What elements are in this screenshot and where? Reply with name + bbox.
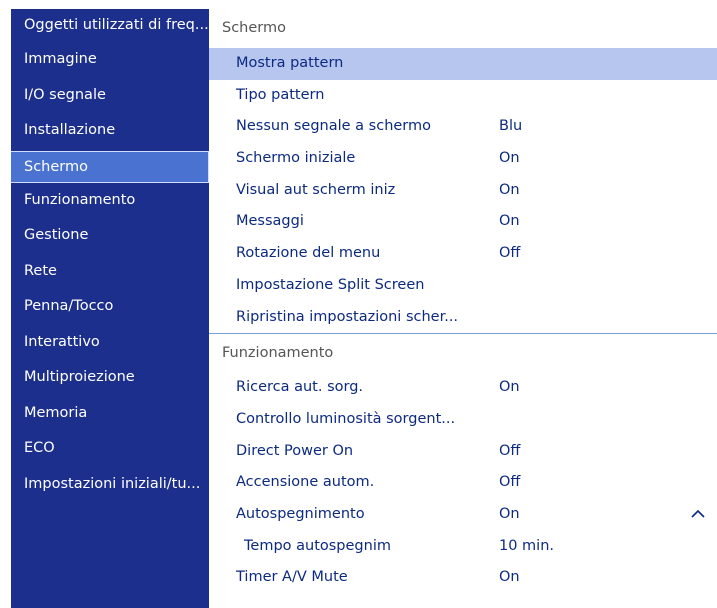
row-label: Accensione autom.	[236, 474, 375, 491]
menu-row-messages[interactable]: Messaggi On	[209, 206, 717, 238]
row-label: Mostra pattern	[236, 55, 344, 71]
sidebar-item-signal-io[interactable]: I/O segnale	[11, 78, 209, 114]
row-label: Controllo luminosità sorgent...	[236, 410, 456, 427]
row-label: Ripristina impostazioni scher...	[236, 308, 459, 325]
row-label: Timer A/V Mute	[236, 569, 348, 586]
row-label: Ricerca aut. sorg.	[236, 379, 364, 396]
menu-row-av-mute-timer[interactable]: Timer A/V Mute On	[209, 562, 717, 594]
menu-row-show-pattern[interactable]: Mostra pattern	[209, 48, 717, 80]
sidebar-item-multi-projection[interactable]: Multiproiezione	[11, 360, 209, 396]
menu-row-auto-source-search[interactable]: Ricerca aut. sorg. On	[209, 372, 717, 404]
menu-row-auto-startup-display[interactable]: Visual aut scherm iniz On	[209, 175, 717, 207]
menu-row-source-brightness-control[interactable]: Controllo luminosità sorgent...	[209, 404, 717, 436]
row-label: Tempo autospegnim	[244, 537, 391, 554]
row-value: On	[499, 505, 520, 522]
row-value: 10 min.	[499, 537, 555, 554]
row-value: Blu	[499, 118, 523, 135]
row-label: Impostazione Split Screen	[236, 276, 425, 293]
row-label: Tipo pattern	[236, 86, 325, 103]
row-label: Visual aut scherm iniz	[236, 181, 396, 198]
menu-row-split-screen-settings[interactable]: Impostazione Split Screen	[209, 270, 717, 302]
row-label: Schermo iniziale	[236, 150, 356, 167]
sidebar-item-installation[interactable]: Installazione	[11, 113, 209, 149]
row-label: Messaggi	[236, 213, 304, 230]
row-value: Off	[499, 245, 521, 262]
sidebar-item-eco[interactable]: ECO	[11, 431, 209, 467]
menu-row-startup-screen[interactable]: Schermo iniziale On	[209, 143, 717, 175]
sidebar-item-operation[interactable]: Funzionamento	[11, 183, 209, 219]
menu-row-direct-power-on[interactable]: Direct Power On Off	[209, 436, 717, 468]
menu-row-auto-power-on[interactable]: Accensione autom. Off	[209, 467, 717, 499]
menu-row-pattern-type[interactable]: Tipo pattern	[209, 80, 717, 112]
section-header-operation: Funzionamento	[209, 333, 717, 373]
sidebar-item-interactive[interactable]: Interattivo	[11, 325, 209, 361]
chevron-up-icon[interactable]	[691, 499, 705, 531]
menu-row-auto-power-off[interactable]: Autospegnimento On	[209, 499, 717, 531]
sidebar-item-initial-settings[interactable]: Impostazioni iniziali/tu...	[11, 467, 209, 503]
row-value: On	[499, 379, 520, 396]
section-header-display: Schermo	[209, 9, 717, 48]
menu-row-menu-rotation[interactable]: Rotazione del menu Off	[209, 238, 717, 270]
menu-row-reset-display-settings[interactable]: Ripristina impostazioni scher...	[209, 302, 717, 334]
settings-panel: Schermo Mostra pattern Tipo pattern Ness…	[209, 9, 717, 608]
row-label: Autospegnimento	[236, 505, 365, 522]
sidebar-item-management[interactable]: Gestione	[11, 218, 209, 254]
menu-row-auto-off-time[interactable]: Tempo autospegnim 10 min.	[209, 531, 717, 563]
row-label: Nessun segnale a schermo	[236, 118, 432, 135]
row-value: Off	[499, 442, 521, 459]
row-label: Direct Power On	[236, 442, 354, 459]
row-value: On	[499, 213, 520, 230]
row-value: On	[499, 181, 520, 198]
sidebar-item-pen-touch[interactable]: Penna/Tocco	[11, 289, 209, 325]
row-label: Rotazione del menu	[236, 245, 381, 262]
sidebar-item-display[interactable]: Schermo	[11, 150, 209, 183]
sidebar-item-frequent[interactable]: Oggetti utilizzati di freq...	[11, 9, 209, 42]
row-value: Off	[499, 474, 521, 491]
sidebar-item-memory[interactable]: Memoria	[11, 396, 209, 432]
row-value: On	[499, 569, 520, 586]
row-value: On	[499, 150, 520, 167]
menu-row-no-signal-display[interactable]: Nessun segnale a schermo Blu	[209, 111, 717, 143]
sidebar-menu: Oggetti utilizzati di freq... Immagine I…	[11, 9, 209, 608]
sidebar-item-image[interactable]: Immagine	[11, 42, 209, 78]
sidebar-item-network[interactable]: Rete	[11, 254, 209, 290]
